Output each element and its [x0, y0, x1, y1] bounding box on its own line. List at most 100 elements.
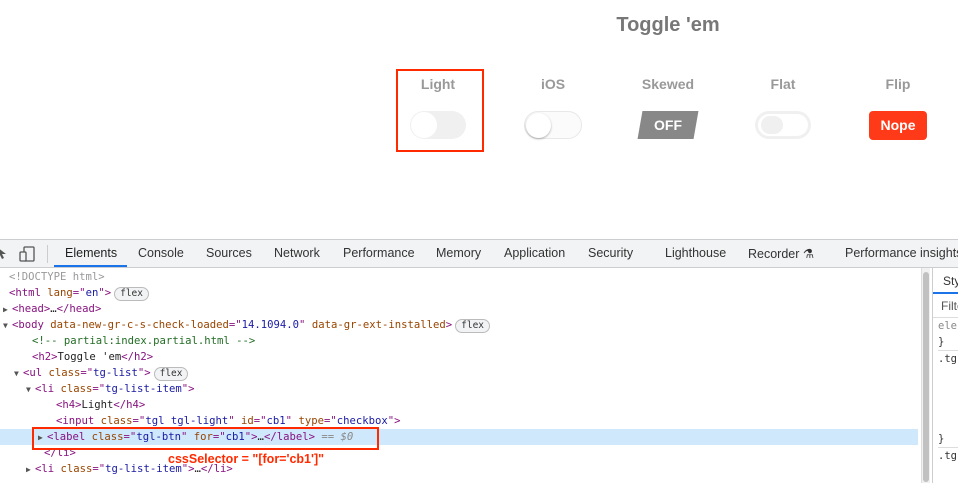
styles-pane: Styles Filter ele } .tg } .tg: [932, 268, 958, 483]
divider: [47, 245, 48, 263]
toggle-flat-item: Flat: [733, 76, 833, 139]
toggle-label: Flip: [885, 76, 911, 92]
toggle-skewed[interactable]: OFF: [637, 111, 699, 139]
code-token: ">: [137, 367, 151, 379]
code-token: ">: [387, 415, 401, 427]
code-token: en: [85, 287, 99, 299]
code-token: <h4>: [56, 399, 82, 411]
code-token: ": [285, 415, 299, 427]
dom-node-line[interactable]: <!DOCTYPE html>: [0, 269, 918, 285]
code-token: tg-list: [93, 367, 138, 379]
highlight-box-label: [32, 427, 379, 450]
tab-recorder[interactable]: Recorder ⚗: [748, 246, 814, 261]
code-token: ": [228, 415, 241, 427]
style-rule-line: }: [938, 334, 958, 351]
code-token: class: [60, 383, 93, 395]
code-token: =": [132, 415, 146, 427]
code-token: =": [80, 367, 94, 379]
code-token: data-new-gr-c-s-check-loaded: [50, 319, 229, 331]
toggle-flat[interactable]: [755, 111, 811, 139]
code-token: id: [241, 415, 254, 427]
flex-badge[interactable]: flex: [455, 319, 491, 333]
dom-node-line[interactable]: <h4>Light</h4>: [0, 397, 918, 413]
dom-tree: <!DOCTYPE html> <html lang="en"> flex ▶ <hea…: [0, 268, 918, 483]
tab-sources[interactable]: Sources: [206, 246, 252, 260]
dom-node-line[interactable]: ▼ <li class="tg-list-item">: [0, 381, 918, 397]
dom-node-line[interactable]: ▼ <body data-new-gr-c-s-check-loaded="14.…: [0, 317, 918, 333]
code-token: ": [299, 319, 312, 331]
tab-styles[interactable]: Styles: [933, 268, 958, 294]
tab-network[interactable]: Network: [274, 246, 320, 260]
tab-performance-insights[interactable]: Performance insights: [845, 246, 958, 260]
expand-triangle-open-icon[interactable]: ▼: [14, 366, 23, 382]
devtools-tabbar: Elements Console Sources Network Perform…: [0, 240, 958, 268]
style-rule-line: .tg: [938, 450, 957, 462]
tab-performance[interactable]: Performance: [343, 246, 415, 260]
toggle-knob: [526, 113, 551, 138]
code-token: >: [445, 319, 453, 331]
toggle-label: Skewed: [641, 76, 695, 92]
code-token: =": [92, 463, 106, 475]
code-token: </h4>: [113, 399, 146, 411]
code-token: class: [48, 367, 81, 379]
code-token: class: [100, 415, 133, 427]
code-token: =": [92, 383, 106, 395]
styles-filter-input[interactable]: Filter: [933, 294, 958, 318]
dom-node-line[interactable]: ▶ <head>…</head>: [0, 301, 918, 317]
code-token: <body: [12, 319, 51, 331]
style-rule-line: }: [938, 431, 958, 448]
code-token: <!DOCTYPE html>: [9, 271, 105, 283]
code-token: lang: [47, 287, 73, 299]
code-token: </head>: [56, 303, 102, 315]
inspect-element-icon[interactable]: [0, 246, 8, 260]
flex-badge[interactable]: flex: [114, 287, 149, 301]
code-token: <html: [9, 287, 48, 299]
toggle-flip[interactable]: Nope: [869, 111, 927, 140]
code-token: tg-list-item: [105, 383, 182, 395]
style-rule-line: .tg: [938, 353, 957, 365]
code-token: <h2>: [32, 351, 58, 363]
device-toolbar-icon[interactable]: [19, 246, 37, 262]
code-token: =": [253, 415, 267, 427]
code-token: =": [72, 287, 86, 299]
code-token: =": [228, 319, 242, 331]
code-token: class: [60, 463, 93, 475]
toggle-text: OFF: [654, 117, 682, 133]
tab-application[interactable]: Application: [504, 246, 565, 260]
tab-console[interactable]: Console: [138, 246, 184, 260]
code-token: <li: [35, 463, 61, 475]
toggle-ios[interactable]: [524, 111, 582, 139]
toggle-label: iOS: [540, 76, 566, 92]
toggle-skewed-item: Skewed OFF: [618, 76, 718, 139]
expand-triangle-open-icon[interactable]: ▼: [3, 318, 12, 334]
tab-security[interactable]: Security: [588, 246, 633, 260]
dom-node-line[interactable]: ▼ <ul class="tg-list"> flex: [0, 365, 918, 381]
code-token: Toggle 'em: [57, 351, 122, 363]
tab-elements[interactable]: Elements: [65, 246, 117, 260]
code-token: <input: [56, 415, 101, 427]
tab-memory[interactable]: Memory: [436, 246, 481, 260]
code-token: ">: [181, 383, 195, 395]
expand-triangle-closed-icon[interactable]: ▶: [26, 462, 35, 478]
dom-node-line[interactable]: <h2>Toggle 'em</h2>: [0, 349, 918, 365]
code-token: </h2>: [121, 351, 154, 363]
expand-triangle-closed-icon[interactable]: ▶: [3, 302, 12, 318]
tab-lighthouse[interactable]: Lighthouse: [665, 246, 726, 260]
scrollbar-thumb[interactable]: [923, 272, 929, 482]
code-token: <ul: [23, 367, 49, 379]
flask-icon: ⚗: [802, 247, 815, 261]
dom-node-line[interactable]: ▶ <li class="tg-list-item">…</li>: [0, 461, 918, 477]
dom-node-line[interactable]: <html lang="en"> flex: [0, 285, 918, 301]
scrollbar[interactable]: [921, 268, 930, 483]
toggle-knob: [761, 116, 783, 134]
style-rule-line: ele: [938, 320, 957, 332]
expand-triangle-open-icon[interactable]: ▼: [26, 382, 35, 398]
code-token: cb1: [266, 415, 286, 427]
dom-node-line[interactable]: <!-- partial:index.partial.html -->: [0, 333, 918, 349]
toggle-label: Flat: [770, 76, 796, 92]
code-token: tgl tgl-light: [145, 415, 229, 427]
flex-badge[interactable]: flex: [153, 367, 189, 381]
tab-label: Recorder: [748, 247, 800, 261]
code-token: <li: [35, 383, 61, 395]
toggle-flip-item: Flip Nope: [848, 76, 948, 140]
